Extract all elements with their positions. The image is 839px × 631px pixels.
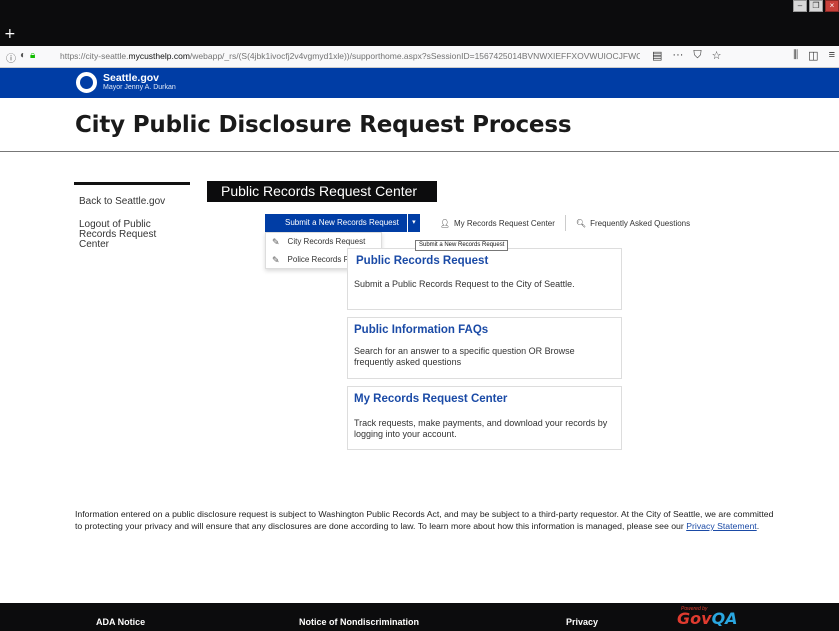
- card-body: Track requests, make payments, and downl…: [354, 418, 608, 439]
- chevron-down-icon[interactable]: ▾: [407, 214, 420, 232]
- page-actions-icon[interactable]: ···: [672, 49, 683, 62]
- lock-icon[interactable]: 🔒︎: [30, 50, 35, 65]
- search-icon: 🔍︎: [575, 218, 587, 228]
- site-mayor: Mayor Jenny A. Durkan: [103, 84, 176, 91]
- card-body: Search for an answer to a specific quest…: [354, 346, 575, 367]
- divider: [0, 151, 839, 152]
- url-bar[interactable]: ⓘ ◐ 🔒︎ https://city-seattle.mycusthelp.c…: [0, 46, 839, 68]
- disclaimer-text: Information entered on a public disclosu…: [75, 509, 774, 531]
- tooltip: Submit a New Records Request: [415, 240, 509, 251]
- nondiscrimination-link[interactable]: Notice of Nondiscrimination: [299, 617, 419, 627]
- logo-qa: QA: [711, 609, 738, 628]
- reader-view-icon[interactable]: ▤: [652, 49, 662, 62]
- my-records-center-link[interactable]: 👤︎ My Records Request Center: [430, 214, 565, 232]
- back-to-seattle-link[interactable]: Back to Seattle.gov: [79, 197, 165, 207]
- sidebar-icon[interactable]: ◫: [808, 49, 818, 62]
- footer: ADA Notice Notice of Nondiscrimination P…: [0, 603, 839, 631]
- url-actions: ▤ ··· ⛉ ☆: [652, 49, 722, 62]
- card-my-center[interactable]: My Records Request Center Track requests…: [347, 386, 622, 450]
- browser-title-bar: – ❐ ×: [0, 0, 839, 24]
- my-records-center-label: My Records Request Center: [453, 218, 555, 228]
- request-nav: Submit a New Records Request ▾ 👤︎ My Rec…: [265, 214, 700, 232]
- faq-label: Frequently Asked Questions: [590, 218, 691, 228]
- center-title: Public Records Request Center: [207, 181, 437, 202]
- new-tab-icon[interactable]: +: [4, 26, 16, 42]
- card-title[interactable]: Public Information FAQs: [354, 324, 488, 336]
- logo-gov: Gov: [677, 609, 712, 628]
- left-nav-rule: [74, 182, 190, 185]
- site-brand[interactable]: Seattle.gov: [103, 72, 159, 84]
- govqa-logo[interactable]: GovQA: [677, 609, 738, 628]
- seattle-logo-icon[interactable]: [76, 72, 97, 93]
- info-icon[interactable]: ⓘ: [6, 50, 16, 65]
- shield-icon[interactable]: ◐: [20, 50, 26, 65]
- card-title[interactable]: My Records Request Center: [354, 393, 507, 405]
- menu-icon[interactable]: ≡: [829, 49, 835, 62]
- card-title[interactable]: Public Records Request: [356, 255, 488, 267]
- close-icon[interactable]: ×: [825, 0, 839, 12]
- bookmark-star-icon[interactable]: ☆: [712, 49, 722, 62]
- user-icon: 👤︎: [439, 218, 450, 228]
- submit-request-button[interactable]: Submit a New Records Request: [265, 214, 407, 232]
- browser-tab-strip: +: [0, 24, 839, 46]
- privacy-statement-link[interactable]: Privacy Statement: [686, 521, 757, 531]
- card-body: Submit a Public Records Request to the C…: [354, 279, 575, 289]
- restore-icon[interactable]: ❐: [809, 0, 823, 12]
- privacy-link[interactable]: Privacy: [566, 617, 598, 627]
- browser-toolbar: ⫼ ◫ ≡: [793, 49, 835, 62]
- edit-icon: ✎: [272, 237, 280, 247]
- page-title: City Public Disclosure Request Process: [75, 112, 572, 138]
- minimize-icon[interactable]: –: [793, 0, 807, 12]
- logout-link[interactable]: Logout of Public Records Request Center: [79, 220, 189, 250]
- disclaimer-suffix: .: [756, 521, 760, 531]
- card-public-records[interactable]: Public Records Request Submit a Public R…: [347, 248, 622, 310]
- ada-notice-link[interactable]: ADA Notice: [96, 617, 145, 627]
- edit-icon: ✎: [272, 255, 280, 265]
- url-security-icons: ⓘ ◐ 🔒︎: [6, 50, 35, 65]
- library-icon[interactable]: ⫼: [793, 49, 798, 62]
- submit-request-label: Submit a New Records Request: [285, 218, 399, 227]
- url-text[interactable]: https://city-seattle.mycusthelp.com/weba…: [60, 51, 640, 61]
- faq-link[interactable]: 🔍︎ Frequently Asked Questions: [566, 214, 700, 232]
- privacy-disclaimer: Information entered on a public disclosu…: [75, 508, 775, 532]
- window-controls: – ❐ ×: [793, 0, 839, 14]
- pocket-icon[interactable]: ⛉: [693, 49, 701, 62]
- site-header: Seattle.gov Mayor Jenny A. Durkan: [0, 68, 839, 98]
- card-faqs[interactable]: Public Information FAQs Search for an an…: [347, 317, 622, 379]
